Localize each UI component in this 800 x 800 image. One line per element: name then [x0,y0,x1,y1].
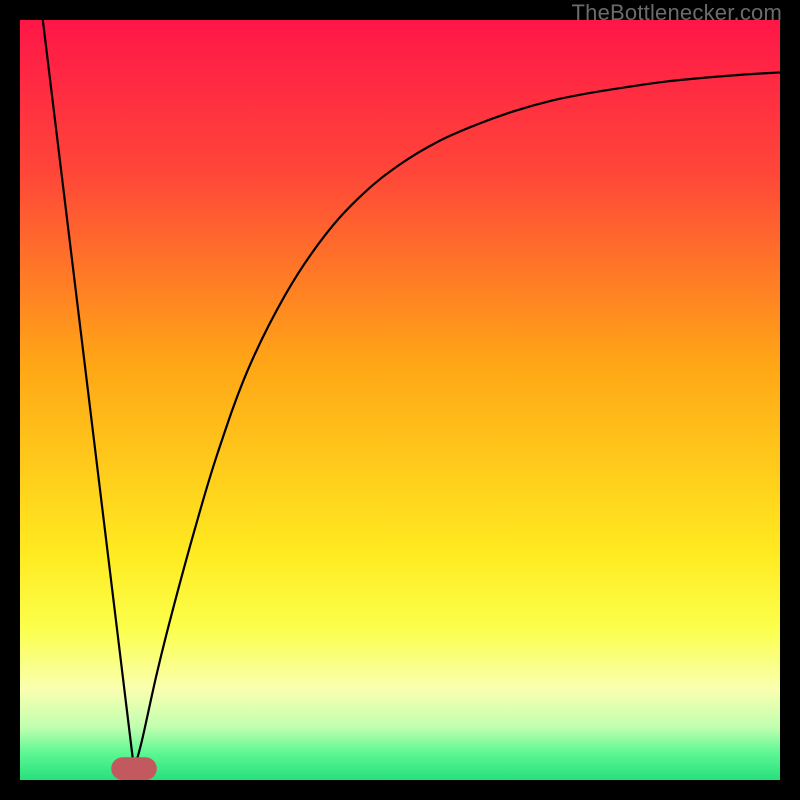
optimum-marker [111,757,157,780]
chart-frame [20,20,780,780]
chart-background [20,20,780,780]
chart-svg [20,20,780,780]
chart-marker-layer [111,757,157,780]
watermark-text: TheBottlenecker.com [572,0,782,26]
